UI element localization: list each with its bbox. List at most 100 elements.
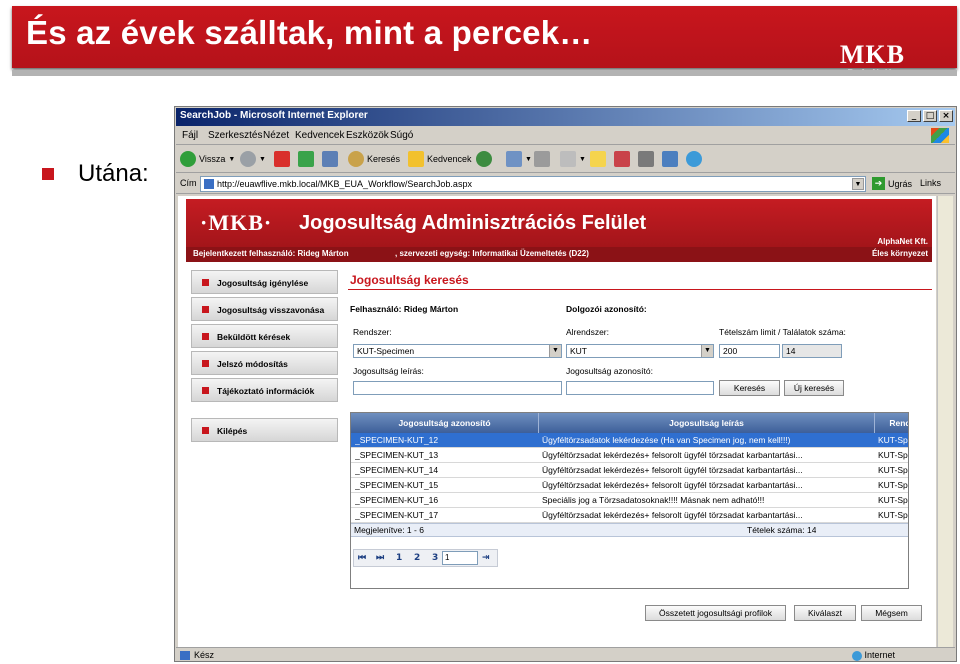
menu-bullet-icon — [202, 279, 209, 286]
app-logo: ·MKB· — [200, 210, 273, 235]
address-dropdown-icon[interactable]: ▼ — [852, 178, 864, 190]
edit-button[interactable]: ▼ — [560, 149, 586, 169]
displayed-range: Megjelenítve: 1 - 6 — [354, 525, 424, 535]
folder-button[interactable] — [590, 149, 606, 169]
search-button[interactable]: Keresés — [348, 149, 400, 169]
network-button[interactable] — [686, 149, 702, 169]
description-input[interactable] — [353, 381, 562, 395]
menu-bullet-icon — [202, 387, 209, 394]
links-button[interactable]: Links — [920, 178, 941, 188]
menu-submitted-requests[interactable]: Beküldött kérések — [191, 324, 338, 348]
table-row[interactable]: _SPECIMEN-KUT_17 Ügyféltörzsadat lekérde… — [351, 508, 908, 523]
menu-information[interactable]: Tájékoztató információk — [191, 378, 338, 402]
messenger-icon — [662, 151, 678, 167]
stop-button[interactable] — [274, 149, 290, 169]
first-page-icon[interactable]: ⏮ — [358, 553, 366, 563]
browser-titlebar: SearchJob - Microsoft Internet Explorer … — [176, 108, 955, 126]
user-info-bar: Bejelentkezett felhasználó: Rideg Márton… — [186, 247, 932, 262]
page-link-3[interactable]: 3 — [432, 553, 438, 563]
limit-label: Tételszám limit / Találatok száma: — [719, 327, 846, 337]
mail-button[interactable]: ▼ — [506, 149, 532, 169]
star-icon — [408, 151, 424, 167]
menu-file[interactable]: Fájl — [182, 130, 198, 141]
subsystem-select[interactable]: KUT ▼ — [566, 344, 714, 358]
document-icon — [638, 151, 654, 167]
go-button[interactable]: ➔ Ugrás — [872, 177, 912, 190]
cell-id: _SPECIMEN-KUT_16 — [355, 495, 439, 505]
minimize-button[interactable]: _ — [907, 110, 921, 122]
panel-divider — [348, 289, 932, 290]
window-title: SearchJob - Microsoft Internet Explorer — [180, 110, 368, 121]
search-icon — [348, 151, 364, 167]
menu-request-permission[interactable]: Jogosultság igénylése — [191, 270, 338, 294]
col-permission-id[interactable]: Jogosultság azonosító — [351, 413, 539, 433]
vertical-scrollbar[interactable] — [937, 196, 953, 647]
table-row[interactable]: _SPECIMEN-KUT_12 Ügyféltörzsadatok lekér… — [351, 433, 908, 448]
home-icon — [322, 151, 338, 167]
menu-revoke-permission[interactable]: Jogosultság visszavonása — [191, 297, 338, 321]
environment-label: Éles környezet — [871, 249, 928, 258]
menu-change-password[interactable]: Jelszó módosítás — [191, 351, 338, 375]
print-button[interactable] — [534, 149, 550, 169]
messenger-button[interactable] — [662, 149, 678, 169]
refresh-button[interactable] — [298, 149, 314, 169]
menu-label: Jelszó módosítás — [217, 359, 288, 369]
table-row[interactable]: _SPECIMEN-KUT_16 Speciális jog a Törzsad… — [351, 493, 908, 508]
security-zone: Internet — [852, 650, 895, 661]
chevron-down-icon: ▼ — [701, 345, 713, 357]
page-number-input[interactable]: 1 — [442, 551, 478, 565]
page-link-2[interactable]: 2 — [414, 553, 420, 563]
company-name: AlphaNet Kft. — [877, 237, 928, 246]
maximize-button[interactable]: □ — [923, 110, 937, 122]
permission-id-label: Jogosultság azonosító: — [566, 366, 653, 376]
menu-favorites[interactable]: Kedvencek — [295, 130, 344, 141]
subsystem-label: Alrendszer: — [566, 327, 609, 337]
goto-page-icon[interactable]: ⇥ — [482, 553, 490, 563]
document-button[interactable] — [638, 149, 654, 169]
search-submit-button[interactable]: Keresés — [719, 380, 780, 396]
cell-desc: Ügyféltörzsadat lekérdezés+ felsorolt üg… — [542, 465, 803, 475]
cell-desc: Speciális jog a Törzsadatosoknak!!!! Más… — [542, 495, 765, 505]
cell-system: KUT-Sp — [878, 435, 908, 445]
back-button[interactable]: Vissza ▼ — [180, 149, 235, 169]
table-row[interactable]: _SPECIMEN-KUT_13 Ügyféltörzsadat lekérde… — [351, 448, 908, 463]
favorites-button[interactable]: Kedvencek — [408, 149, 472, 169]
new-search-button[interactable]: Új keresés — [784, 380, 844, 396]
page-link-1[interactable]: 1 — [396, 553, 402, 563]
col-permission-desc[interactable]: Jogosultság leírás — [539, 413, 875, 433]
col-system[interactable]: Rendsz — [875, 413, 908, 433]
close-button[interactable]: × — [939, 110, 953, 122]
menu-help[interactable]: Súgó — [390, 130, 413, 141]
menu-edit[interactable]: Szerkesztés — [208, 130, 262, 141]
permission-id-input[interactable] — [566, 381, 714, 395]
home-button[interactable] — [322, 149, 338, 169]
forward-button[interactable]: ▼ — [240, 149, 266, 169]
go-label: Ugrás — [888, 178, 913, 189]
system-select[interactable]: KUT-Specimen ▼ — [353, 344, 562, 358]
research-button[interactable] — [614, 149, 630, 169]
slide-title-bar: És az évek szálltak, mint a percek… MKB … — [12, 6, 957, 78]
system-value: KUT-Specimen — [357, 346, 415, 356]
slide-title: És az évek szálltak, mint a percek… — [26, 14, 593, 51]
prev-page-icon[interactable]: ⏭ — [376, 553, 384, 563]
panel-title: Jogosultság keresés — [350, 273, 469, 287]
menu-logout[interactable]: Kilépés — [191, 418, 338, 442]
address-bar: Cím http://euawflive.mkb.local/MKB_EUA_W… — [176, 174, 955, 194]
menu-view[interactable]: Nézet — [263, 130, 289, 141]
complex-profiles-button[interactable]: Összetett jogosultsági profilok — [645, 605, 786, 621]
zone-label: Internet — [864, 650, 896, 660]
go-arrow-icon: ➔ — [872, 177, 885, 190]
table-row[interactable]: _SPECIMEN-KUT_15 Ügyféltörzsadat lekérde… — [351, 478, 908, 493]
select-button[interactable]: Kiválaszt — [794, 605, 856, 621]
cell-system: KUT-Sp — [878, 495, 908, 505]
globe-icon — [852, 650, 862, 661]
app-title: Jogosultság Adminisztrációs Felület — [299, 212, 647, 234]
cancel-button[interactable]: Mégsem — [861, 605, 922, 621]
table-row[interactable]: _SPECIMEN-KUT_14 Ügyféltörzsadat lekérde… — [351, 463, 908, 478]
cell-id: _SPECIMEN-KUT_12 — [355, 435, 439, 445]
address-input[interactable]: http://euawflive.mkb.local/MKB_EUA_Workf… — [200, 176, 866, 192]
cell-id: _SPECIMEN-KUT_13 — [355, 450, 439, 460]
menu-tools[interactable]: Eszközök — [346, 130, 389, 141]
limit-input[interactable]: 200 — [719, 344, 780, 358]
history-button[interactable] — [476, 149, 492, 169]
